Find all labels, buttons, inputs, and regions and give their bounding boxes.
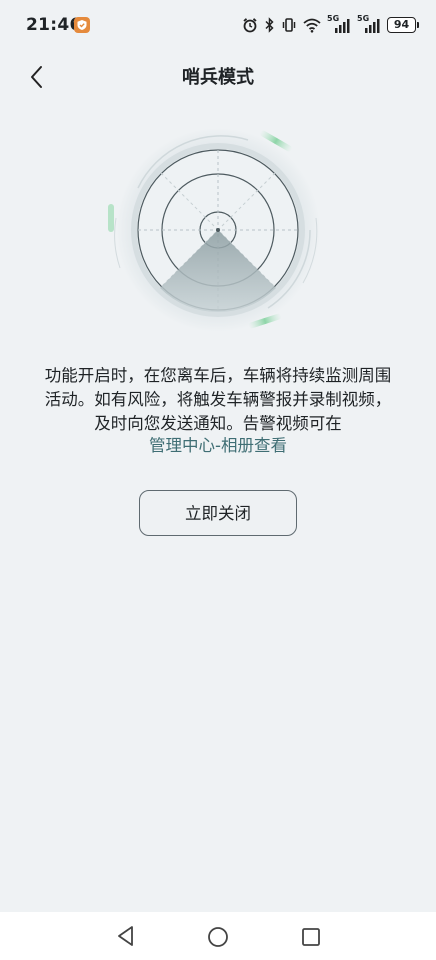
- triangle-back-icon: [118, 926, 133, 946]
- album-link[interactable]: 管理中心-相册查看: [0, 432, 436, 456]
- circle-home-icon: [208, 927, 228, 947]
- signal-1: 5G: [327, 14, 351, 34]
- alarm-icon: [243, 18, 257, 33]
- nav-home-button[interactable]: [206, 925, 230, 949]
- signal-bars-icon: [335, 19, 350, 33]
- header: 哨兵模式: [0, 52, 436, 100]
- system-navigation-bar: [0, 912, 436, 960]
- square-recent-icon: [302, 928, 320, 946]
- vibrate-icon: [282, 18, 296, 32]
- signal-bars-icon: [365, 19, 380, 33]
- status-bar: 21:46 5G 5G 94: [0, 0, 436, 52]
- sentry-radar-illustration: [98, 118, 338, 342]
- nav-recent-button[interactable]: [299, 925, 323, 949]
- battery-indicator: 94: [387, 17, 419, 33]
- close-now-button[interactable]: 立即关闭: [139, 490, 297, 536]
- sentry-description: 功能开启时，在您离车后，车辆将持续监测周围活动。如有风险，将触发车辆警报并录制视…: [44, 366, 392, 433]
- app-shield-icon: [74, 17, 90, 33]
- nav-back-button[interactable]: [114, 924, 138, 948]
- status-icons: 5G 5G 94: [242, 14, 419, 36]
- wifi-icon: [303, 18, 321, 33]
- signal-2: 5G: [357, 14, 381, 34]
- page-title: 哨兵模式: [182, 67, 254, 88]
- bluetooth-icon: [265, 17, 274, 33]
